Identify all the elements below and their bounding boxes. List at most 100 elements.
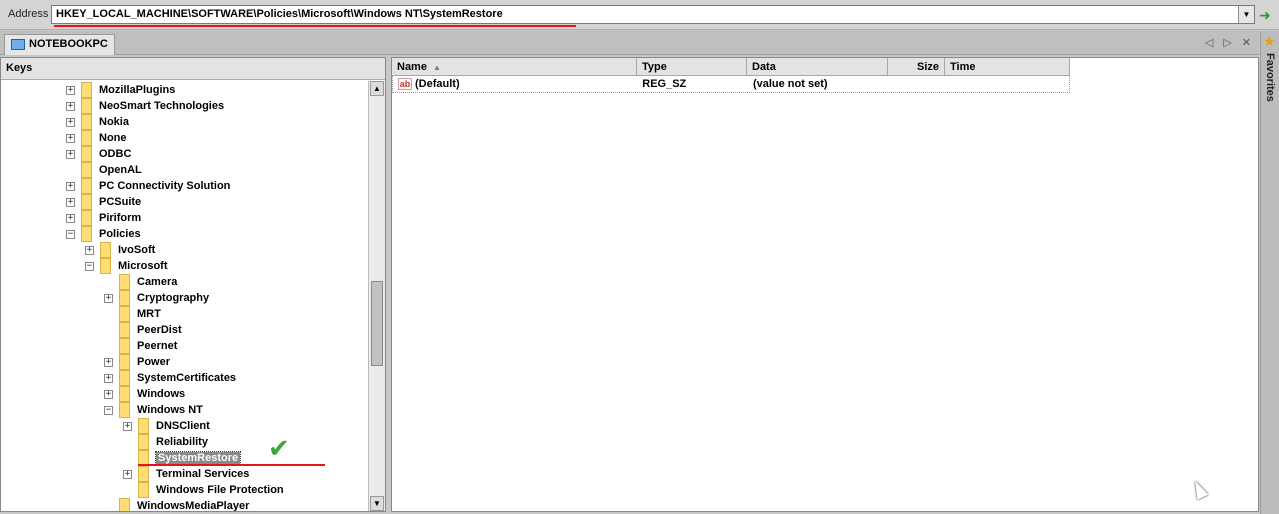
- address-underline-annotation: [54, 25, 576, 27]
- collapse-icon[interactable]: −: [66, 229, 75, 239]
- value-row[interactable]: ab (Default) REG_SZ (value not set): [392, 76, 1070, 93]
- selection-underline-annotation: [138, 464, 325, 466]
- tree-node[interactable]: + SystemCertificates: [104, 370, 236, 386]
- keys-header: Keys: [1, 58, 385, 80]
- tree-node-label: NeoSmart Technologies: [99, 100, 225, 112]
- folder-icon: [81, 114, 92, 130]
- column-name[interactable]: Name ▲: [392, 58, 637, 76]
- folder-icon: [81, 146, 92, 162]
- tree-node[interactable]: Camera: [104, 274, 177, 290]
- tree-node[interactable]: + IvoSoft: [85, 242, 155, 258]
- column-type[interactable]: Type: [637, 58, 747, 76]
- tree-node-label: PC Connectivity Solution: [99, 180, 231, 192]
- expand-icon[interactable]: +: [66, 117, 75, 127]
- tree-node-label: ODBC: [99, 148, 132, 160]
- tree-node[interactable]: + None: [66, 130, 127, 146]
- tab-notebookpc[interactable]: NOTEBOOKPC: [4, 34, 115, 55]
- value-name: (Default): [415, 78, 460, 90]
- tree-node-label: Microsoft: [118, 260, 168, 272]
- tree-node[interactable]: WindowsMediaPlayer: [104, 498, 249, 511]
- string-value-icon: ab: [398, 78, 412, 90]
- tree-node-label: Policies: [99, 228, 141, 240]
- tree-node[interactable]: + Piriform: [66, 210, 141, 226]
- column-time[interactable]: Time: [945, 58, 1070, 76]
- tree-node[interactable]: OpenAL: [66, 162, 142, 178]
- column-data[interactable]: Data: [747, 58, 888, 76]
- folder-icon: [81, 194, 92, 210]
- tree-node[interactable]: + Windows: [104, 386, 185, 402]
- tree-node-label: Piriform: [99, 212, 142, 224]
- expand-icon[interactable]: +: [66, 213, 75, 223]
- values-pane: Name ▲ Type Data Size Time ab (Default) R…: [391, 57, 1259, 512]
- tree-node-label: Power: [137, 356, 171, 368]
- expand-icon[interactable]: +: [104, 373, 113, 383]
- collapse-icon[interactable]: −: [85, 261, 94, 271]
- folder-icon: [138, 418, 149, 434]
- expand-icon[interactable]: +: [123, 469, 132, 479]
- tree-node[interactable]: + Terminal Services: [123, 466, 249, 482]
- expand-icon[interactable]: +: [104, 389, 113, 399]
- tree-node-label: MRT: [137, 308, 161, 320]
- chevron-down-icon: ▼: [1242, 10, 1251, 19]
- registry-tree[interactable]: + MozillaPlugins + NeoSmart Technologies + No…: [1, 81, 368, 511]
- expand-icon[interactable]: +: [123, 421, 132, 431]
- tree-node[interactable]: + PCSuite: [66, 194, 141, 210]
- tree-node[interactable]: − Policies: [66, 226, 141, 242]
- tree-node[interactable]: Windows File Protection: [123, 482, 284, 498]
- expand-icon[interactable]: +: [66, 197, 75, 207]
- tab-close-icon[interactable]: ✕: [1242, 36, 1251, 49]
- tree-node[interactable]: + Power: [104, 354, 170, 370]
- tab-next-icon[interactable]: ▷: [1223, 36, 1231, 49]
- scroll-up-button[interactable]: ▲: [370, 81, 384, 96]
- tree-node-label: IvoSoft: [118, 244, 156, 256]
- tree-node[interactable]: − Windows NT: [104, 402, 203, 418]
- collapse-icon[interactable]: −: [104, 405, 113, 415]
- expand-icon[interactable]: +: [66, 101, 75, 111]
- tree-node[interactable]: + DNSClient: [123, 418, 210, 434]
- folder-icon: [119, 386, 130, 402]
- scroll-thumb[interactable]: [371, 281, 383, 366]
- folder-icon: [138, 482, 149, 498]
- folder-icon: [119, 322, 130, 338]
- go-arrow-icon[interactable]: ➜: [1259, 7, 1271, 24]
- tab-label: NOTEBOOKPC: [29, 38, 108, 50]
- tree-node[interactable]: Peernet: [104, 338, 177, 354]
- tree-node-label: PeerDist: [137, 324, 182, 336]
- expand-icon[interactable]: +: [66, 85, 75, 95]
- tree-node[interactable]: + Nokia: [66, 114, 129, 130]
- address-dropdown-button[interactable]: ▼: [1238, 6, 1254, 23]
- tree-node[interactable]: MRT: [104, 306, 161, 322]
- tree-node[interactable]: + ODBC: [66, 146, 131, 162]
- address-input[interactable]: HKEY_LOCAL_MACHINE\SOFTWARE\Policies\Mic…: [51, 5, 1255, 24]
- column-data-label: Data: [752, 61, 776, 73]
- tree-node[interactable]: − Microsoft: [85, 258, 168, 274]
- expand-icon[interactable]: +: [66, 133, 75, 143]
- tree-node[interactable]: + NeoSmart Technologies: [66, 98, 224, 114]
- tree-node[interactable]: + Cryptography: [104, 290, 209, 306]
- tree-node-label: Windows NT: [137, 404, 203, 416]
- column-time-label: Time: [950, 61, 976, 73]
- tree-node-label: Windows: [137, 388, 186, 400]
- column-size[interactable]: Size: [888, 58, 945, 76]
- scroll-down-button[interactable]: ▼: [370, 496, 384, 511]
- favorites-panel[interactable]: ★ Favorites: [1260, 31, 1279, 514]
- folder-icon: [81, 98, 92, 114]
- folder-icon: [81, 178, 92, 194]
- folder-icon: [119, 370, 130, 386]
- tree-node[interactable]: + PC Connectivity Solution: [66, 178, 230, 194]
- tree-node-label: SystemRestore: [154, 451, 242, 465]
- tree-node[interactable]: Reliability: [123, 434, 208, 450]
- tab-prev-icon[interactable]: ◁: [1205, 36, 1213, 49]
- expand-icon[interactable]: +: [104, 357, 113, 367]
- tree-node[interactable]: + MozillaPlugins: [66, 82, 175, 98]
- tree-node-label: DNSClient: [156, 420, 210, 432]
- tree-node[interactable]: PeerDist: [104, 322, 182, 338]
- value-name-cell: ab (Default): [393, 78, 637, 90]
- expand-icon[interactable]: +: [66, 181, 75, 191]
- expand-icon[interactable]: +: [66, 149, 75, 159]
- keys-scrollbar[interactable]: ▲ ▼: [368, 81, 385, 511]
- folder-icon: [138, 434, 149, 450]
- expand-icon[interactable]: +: [85, 245, 94, 255]
- folder-icon: [100, 242, 111, 258]
- expand-icon[interactable]: +: [104, 293, 113, 303]
